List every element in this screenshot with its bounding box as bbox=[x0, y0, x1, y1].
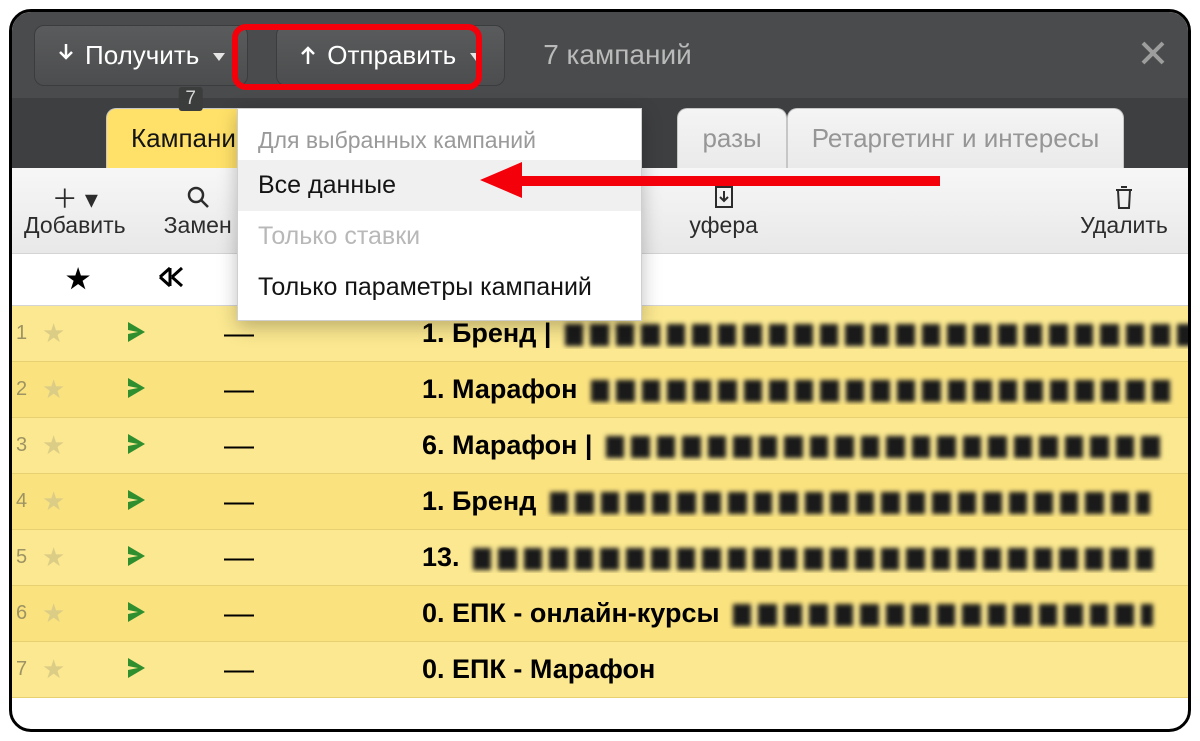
star-icon[interactable]: ★ bbox=[38, 374, 128, 405]
row-index: 6 bbox=[12, 602, 38, 625]
row-number: — bbox=[224, 429, 422, 463]
trash-icon bbox=[1113, 182, 1135, 212]
dropdown-heading: Для выбранных кампаний bbox=[238, 109, 641, 160]
replace-button[interactable]: Замен bbox=[152, 182, 244, 239]
row-index: 1 bbox=[12, 322, 38, 345]
tab-label: разы bbox=[702, 123, 761, 153]
star-icon[interactable]: ★ bbox=[38, 486, 128, 517]
tab-phrases[interactable]: разы bbox=[677, 108, 786, 168]
row-index: 5 bbox=[12, 546, 38, 569]
tab-retargeting[interactable]: Ретаргетинг и интересы bbox=[787, 108, 1125, 168]
row-name: 0. ЕПК - Марафон bbox=[422, 654, 1188, 685]
send-status-icon bbox=[128, 430, 224, 461]
campaign-count: 7 кампаний bbox=[533, 39, 692, 71]
send-button[interactable]: Отправить bbox=[276, 25, 505, 86]
tab-label: Ретаргетинг и интересы bbox=[812, 123, 1100, 153]
row-name: 6. Марафон | bbox=[422, 430, 1188, 461]
row-name: 1. Бренд | bbox=[422, 318, 1188, 349]
row-name: 1. Бренд bbox=[422, 486, 1188, 517]
tool-label: Добавить bbox=[24, 212, 126, 239]
receive-label: Получить bbox=[85, 40, 199, 71]
send-status-icon bbox=[128, 542, 224, 573]
chevron-down-icon bbox=[470, 45, 482, 66]
dropdown-item-only-params[interactable]: Только параметры кампаний bbox=[238, 262, 641, 320]
send-status-icon bbox=[128, 374, 224, 405]
star-icon[interactable]: ★ bbox=[38, 598, 128, 629]
row-number: — bbox=[224, 653, 422, 687]
tool-label: Удалить bbox=[1080, 212, 1168, 239]
row-name: 1. Марафон bbox=[422, 374, 1188, 405]
search-icon bbox=[186, 182, 210, 212]
plus-icon: ＋ ▾ bbox=[52, 182, 98, 212]
dropdown-item-all-data[interactable]: Все данные bbox=[238, 160, 641, 211]
tool-label: уфера bbox=[689, 212, 758, 239]
send-label: Отправить bbox=[327, 40, 456, 71]
star-icon[interactable]: ★ bbox=[38, 318, 128, 349]
star-column-icon[interactable]: ★ bbox=[66, 264, 156, 295]
row-number: — bbox=[224, 485, 422, 519]
close-icon[interactable] bbox=[1140, 37, 1166, 74]
tab-badge: 7 bbox=[178, 87, 203, 111]
send-status-icon bbox=[128, 598, 224, 629]
table-row[interactable]: 5 ★ — 13. bbox=[12, 530, 1188, 586]
row-name: 13. bbox=[422, 542, 1188, 573]
star-icon[interactable]: ★ bbox=[38, 654, 128, 685]
send-status-icon bbox=[128, 654, 224, 685]
row-number: — bbox=[224, 597, 422, 631]
table-row[interactable]: 3 ★ — 6. Марафон | bbox=[12, 418, 1188, 474]
download-icon bbox=[57, 40, 75, 71]
send-status-icon bbox=[128, 318, 224, 349]
upload-icon bbox=[299, 40, 317, 71]
table-row[interactable]: 7 ★ — 0. ЕПК - Марафон bbox=[12, 642, 1188, 698]
receive-button[interactable]: Получить bbox=[34, 25, 248, 86]
table-row[interactable]: 4 ★ — 1. Бренд bbox=[12, 474, 1188, 530]
row-number: — bbox=[224, 317, 422, 351]
delete-button[interactable]: Удалить bbox=[1078, 182, 1170, 239]
send-status-icon bbox=[128, 486, 224, 517]
table-row[interactable]: 6 ★ — 0. ЕПК - онлайн-курсы bbox=[12, 586, 1188, 642]
row-index: 3 bbox=[12, 434, 38, 457]
star-icon[interactable]: ★ bbox=[38, 542, 128, 573]
table-row[interactable]: 2 ★ — 1. Марафон bbox=[12, 362, 1188, 418]
add-button[interactable]: ＋ ▾ Добавить bbox=[24, 182, 126, 239]
row-index: 4 bbox=[12, 490, 38, 513]
row-index: 2 bbox=[12, 378, 38, 401]
row-number: — bbox=[224, 541, 422, 575]
top-bar: Получить Отправить 7 кампаний bbox=[12, 12, 1188, 98]
send-dropdown: Для выбранных кампаний Все данные Только… bbox=[237, 108, 642, 321]
dropdown-item-only-bids: Только ставки bbox=[238, 211, 641, 262]
clipboard-icon bbox=[713, 182, 735, 212]
row-number: — bbox=[224, 373, 422, 407]
row-index: 7 bbox=[12, 658, 38, 681]
chevron-down-icon bbox=[213, 45, 225, 66]
clipboard-button[interactable]: уфера bbox=[678, 182, 770, 239]
table-body: 1 ★ — 1. Бренд | 2 ★ — 1. Марафон 3 ★ — … bbox=[12, 306, 1188, 698]
tab-label: Кампании bbox=[131, 123, 250, 153]
tool-label: Замен bbox=[164, 212, 232, 239]
star-icon[interactable]: ★ bbox=[38, 430, 128, 461]
row-name: 0. ЕПК - онлайн-курсы bbox=[422, 598, 1188, 629]
